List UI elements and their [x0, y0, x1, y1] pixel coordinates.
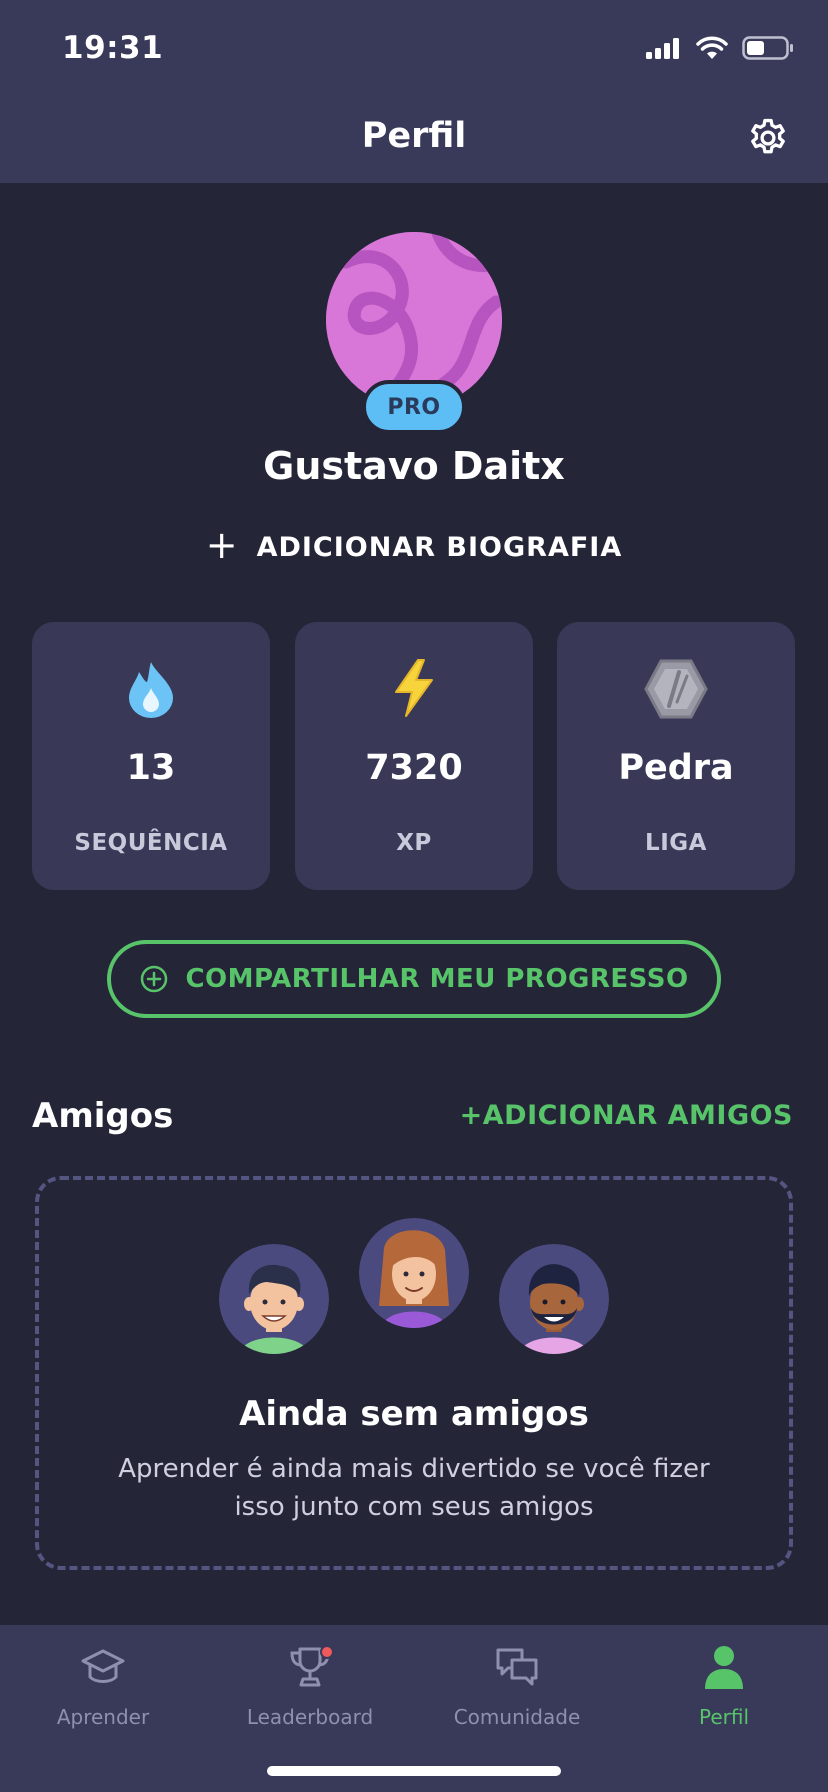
tab-label: Aprender [56, 1705, 150, 1729]
empty-friends-title: Ainda sem amigos [239, 1394, 589, 1434]
person-icon [705, 1646, 743, 1689]
empty-friends-text: Aprender é ainda mais divertido se você … [118, 1454, 710, 1522]
tab-aprender[interactable]: Aprender [13, 1643, 193, 1729]
stat-card-league[interactable]: Pedra LIGA [557, 622, 795, 890]
plus-circle-icon [141, 965, 168, 993]
stat-label: XP [396, 830, 432, 856]
status-time: 19:31 [62, 30, 164, 66]
stat-value: 13 [126, 748, 176, 788]
tab-label: Leaderboard [246, 1705, 374, 1729]
wifi-icon [696, 36, 728, 59]
friend-illustration-1 [219, 1244, 329, 1354]
tab-label: Comunidade [453, 1705, 581, 1729]
add-friends-button[interactable]: +ADICIONAR AMIGOS [460, 1100, 793, 1131]
battery-icon [742, 36, 793, 60]
share-progress-button[interactable]: COMPARTILHAR MEU PROGRESSO [107, 940, 721, 1018]
tab-perfil[interactable]: Perfil [634, 1643, 814, 1729]
friends-title: Amigos [32, 1096, 174, 1136]
stat-card-xp[interactable]: 7320 XP [295, 622, 533, 890]
home-indicator [267, 1766, 561, 1776]
friend-illustration-2 [359, 1218, 469, 1328]
settings-button[interactable] [746, 116, 790, 160]
stat-value: 7320 [365, 748, 463, 788]
add-bio-label: ADICIONAR BIOGRAFIA [256, 531, 623, 563]
status-icons [646, 36, 794, 60]
hexagon-league-icon [644, 659, 708, 719]
stat-card-streak[interactable]: 13 SEQUÊNCIA [32, 622, 270, 890]
tab-leaderboard[interactable]: Leaderboard [220, 1643, 400, 1729]
graduation-cap-icon [81, 1649, 125, 1683]
signal-icon [646, 38, 679, 59]
share-progress-label: COMPARTILHAR MEU PROGRESSO [185, 964, 689, 994]
tab-label: Perfil [698, 1705, 750, 1729]
add-bio-button[interactable]: + ADICIONAR BIOGRAFIA [0, 526, 828, 564]
notification-dot [320, 1645, 334, 1659]
stat-label: LIGA [645, 830, 707, 856]
user-name: Gustavo Daitx [263, 444, 565, 488]
friend-illustration-3 [499, 1244, 609, 1354]
tab-comunidade[interactable]: Comunidade [427, 1643, 607, 1729]
stat-label: SEQUÊNCIA [74, 830, 228, 856]
header: 19:31 Perfil [0, 0, 828, 183]
plus-icon: + [205, 523, 239, 567]
gear-icon [751, 118, 785, 154]
drop-icon [129, 662, 173, 718]
pro-badge: PRO [362, 380, 466, 434]
page-title: Perfil [361, 116, 467, 156]
stat-value: Pedra [618, 748, 734, 788]
chat-bubbles-icon [496, 1648, 538, 1686]
lightning-icon [395, 659, 433, 717]
